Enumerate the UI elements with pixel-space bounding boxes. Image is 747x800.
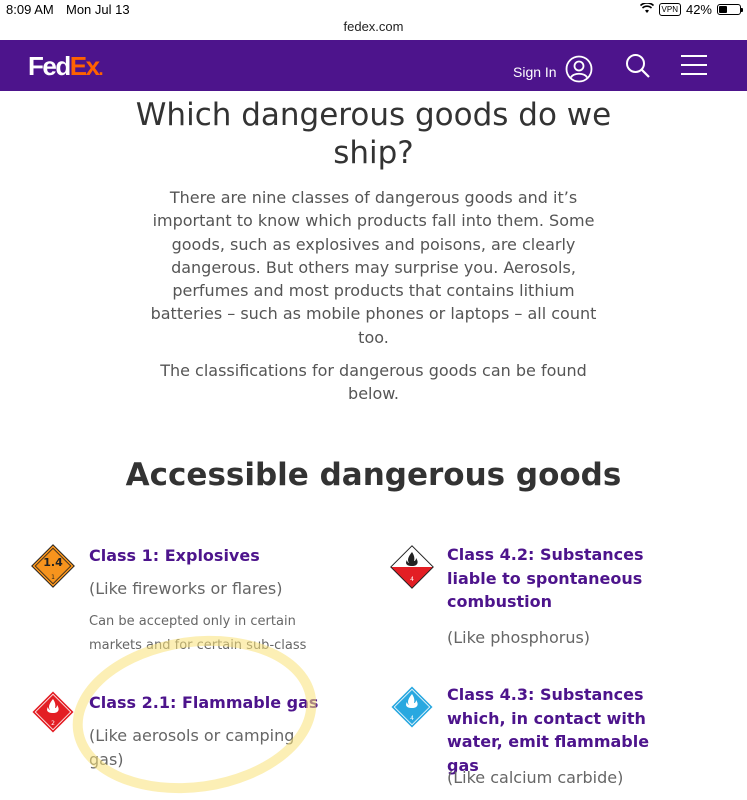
explosives-icon-label: 1.4 [43,556,63,569]
class-4-2-example: (Like phosphorus) [447,628,591,647]
class-card-dangerous-when-wet: 4 Class 4.3: Substances which, in contac… [388,683,708,793]
logo-ex: Ex [69,51,100,81]
logo-fed: Fed [28,51,71,81]
class-2-1-title[interactable]: Class 2.1: Flammable gas [89,691,318,715]
site-header: FedEx. Sign In [0,40,747,91]
status-date: Mon Jul 13 [66,2,130,17]
class-1-title[interactable]: Class 1: Explosives [89,544,260,568]
address-bar[interactable]: fedex.com [0,18,747,40]
explosives-1-4-icon: 1.4 1 [30,543,76,594]
flammable-icon-label: 2 [51,720,55,727]
class-card-explosives: 1.4 1 Class 1: Explosives (Like firework… [30,543,350,663]
section-title: Accessible dangerous goods [125,457,622,493]
vpn-badge: VPN [658,3,681,16]
class-1-note: Can be accepted only in certain markets … [89,614,307,653]
intro-paragraph: There are nine classes of dangerous good… [150,188,597,347]
status-indicators: VPN 42% [639,2,743,17]
class-4-3-example: (Like calcium carbide) [447,768,624,787]
class-card-flammable-gas: 2 Class 2.1: Flammable gas (Like aerosol… [30,689,350,779]
classification-note: The classifications for dangerous goods … [160,361,587,404]
spontaneous-combustion-icon: 4 [388,543,436,596]
dangerous-when-wet-icon: 4 [388,683,436,736]
battery-icon [717,4,743,15]
fedex-logo[interactable]: FedEx. [28,51,104,84]
url-text: fedex.com [343,19,404,34]
user-circle-icon [565,55,593,88]
water-icon-label: 4 [410,715,414,722]
status-bar: 8:09 AM Mon Jul 13 VPN 42% [0,0,747,20]
sign-in-label: Sign In [513,63,557,80]
page-title: Which dangerous goods do we ship? [135,97,612,171]
class-card-spontaneous-combustion: 4 Class 4.2: Substances liable to sponta… [388,543,708,653]
logo-dot: . [98,59,104,79]
class-4-3-title[interactable]: Class 4.3: Substances which, in contact … [447,683,677,777]
status-time: 8:09 AM [6,2,54,17]
hamburger-menu-icon[interactable] [681,54,707,81]
battery-percent: 42% [685,2,712,17]
wifi-icon [639,2,654,17]
class-1-example: (Like fireworks or flares) [89,579,283,598]
class-2-1-example: (Like aerosols or camping gas) [89,726,295,769]
class-4-2-title[interactable]: Class 4.2: Substances liable to spontane… [447,543,677,614]
sign-in-button[interactable]: Sign In [513,55,593,88]
flammable-gas-icon: 2 [30,689,76,740]
svg-text:4: 4 [410,576,414,583]
svg-text:1: 1 [51,574,55,581]
search-icon[interactable] [625,53,651,84]
